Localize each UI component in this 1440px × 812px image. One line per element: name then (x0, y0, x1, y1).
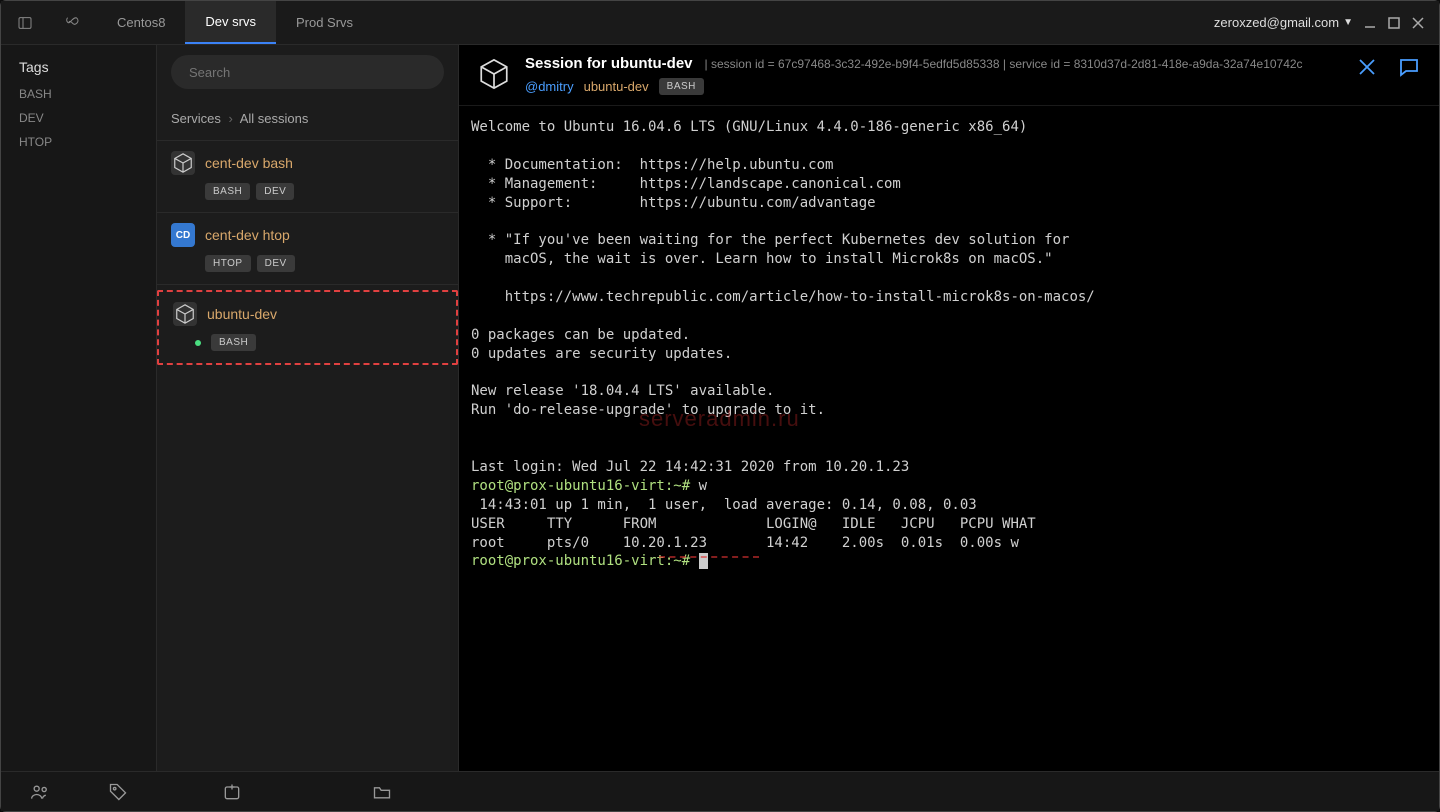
breadcrumb-sep: › (228, 111, 232, 126)
breadcrumb-all-sessions[interactable]: All sessions (240, 111, 309, 126)
tab-centos8[interactable]: Centos8 (97, 1, 185, 44)
tags-list: BASH DEV HTOP (19, 87, 156, 149)
badge: BASH (211, 334, 256, 351)
search-wrap (157, 45, 458, 103)
session-title: Session for ubuntu-dev (525, 55, 693, 72)
users-icon[interactable] (1, 772, 79, 811)
breadcrumb-services[interactable]: Services (171, 111, 221, 126)
user-email-dropdown[interactable]: zeroxzed@gmail.com ▼ (1214, 15, 1353, 30)
service-item-cent-dev-htop[interactable]: CD cent-dev htop HTOP DEV (157, 212, 458, 285)
tabs: Centos8 Dev srvs Prod Srvs (97, 1, 373, 44)
terminal-panel: Session for ubuntu-dev | session id = 67… (459, 45, 1439, 771)
search-input[interactable] (171, 55, 444, 89)
titlebar-right: zeroxzed@gmail.com ▼ (1214, 15, 1439, 30)
titlebar: Centos8 Dev srvs Prod Srvs zeroxzed@gmai… (1, 1, 1439, 45)
terminal-cursor (699, 553, 708, 569)
cd-icon: CD (171, 223, 195, 247)
terminal-prompt: root@prox-ubuntu16-virt:~# (471, 478, 699, 494)
sidebar-toggle-icon[interactable] (1, 1, 49, 44)
new-tab-icon[interactable] (157, 772, 307, 811)
close-button[interactable] (1411, 16, 1425, 30)
tab-prod-srvs[interactable]: Prod Srvs (276, 1, 373, 44)
tag-item[interactable]: BASH (19, 87, 156, 101)
service-name: ubuntu-dev (207, 306, 277, 322)
badge: BASH (205, 183, 250, 200)
cube-icon (171, 151, 195, 175)
chat-icon[interactable] (1397, 55, 1421, 79)
cube-icon (475, 55, 513, 93)
session-header: Session for ubuntu-dev | session id = 67… (459, 45, 1439, 106)
close-session-icon[interactable] (1355, 55, 1379, 79)
session-actions (1355, 55, 1421, 79)
main: Tags BASH DEV HTOP Services › All sessio… (1, 45, 1439, 771)
tag-item[interactable]: DEV (19, 111, 156, 125)
session-host[interactable]: ubuntu-dev (584, 79, 649, 94)
cube-icon (173, 302, 197, 326)
service-item-ubuntu-dev[interactable]: ubuntu-dev BASH (157, 290, 458, 365)
terminal-command: w (699, 478, 707, 494)
running-indicator (195, 340, 201, 346)
infinity-icon[interactable] (49, 1, 97, 44)
session-badge: BASH (659, 78, 704, 95)
services-panel: Services › All sessions cent-dev bash BA… (157, 45, 459, 771)
terminal-output[interactable]: Welcome to Ubuntu 16.04.6 LTS (GNU/Linux… (459, 106, 1439, 771)
chevron-down-icon: ▼ (1343, 17, 1353, 28)
badge: HTOP (205, 255, 251, 272)
service-name: cent-dev bash (205, 155, 293, 171)
folder-icon[interactable] (307, 772, 457, 811)
tag-item[interactable]: HTOP (19, 135, 156, 149)
maximize-button[interactable] (1387, 16, 1401, 30)
tags-sidebar: Tags BASH DEV HTOP (1, 45, 157, 771)
tags-header: Tags (19, 59, 156, 75)
session-user[interactable]: @dmitry (525, 79, 574, 94)
user-email-text: zeroxzed@gmail.com (1214, 15, 1339, 30)
titlebar-left: Centos8 Dev srvs Prod Srvs (1, 1, 373, 44)
tab-dev-srvs[interactable]: Dev srvs (185, 1, 276, 44)
badge: DEV (256, 183, 294, 200)
minimize-button[interactable] (1363, 16, 1377, 30)
footer-bar (1, 771, 1439, 811)
service-name: cent-dev htop (205, 227, 290, 243)
service-list: cent-dev bash BASH DEV CD cent-dev htop … (157, 140, 458, 364)
tag-icon[interactable] (79, 772, 157, 811)
badge: DEV (257, 255, 295, 272)
service-item-cent-dev-bash[interactable]: cent-dev bash BASH DEV (157, 140, 458, 213)
session-id: | session id = 67c97468-3c32-492e-b9f4-5… (705, 57, 1303, 71)
terminal-prompt: root@prox-ubuntu16-virt:~# (471, 553, 699, 569)
breadcrumb: Services › All sessions (157, 103, 458, 140)
